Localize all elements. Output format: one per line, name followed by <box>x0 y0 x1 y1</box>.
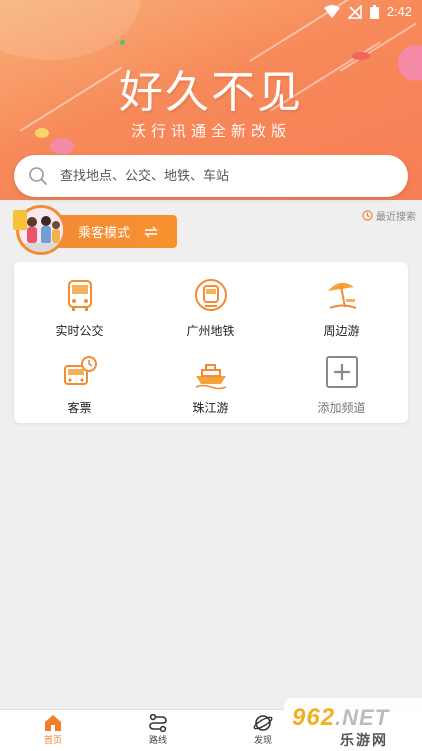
bus-ticket-icon <box>63 356 97 385</box>
home-icon <box>45 715 61 731</box>
status-time: 2:42 <box>386 4 412 19</box>
recent-search-link[interactable]: 最近搜索 <box>362 208 416 223</box>
service-label: 珠江游 <box>192 401 229 415</box>
bus-realtime-icon <box>67 280 92 311</box>
discover-icon <box>253 715 273 731</box>
search-icon <box>29 167 47 185</box>
metro-icon <box>194 279 227 311</box>
badge-tag-icon <box>13 210 27 230</box>
watermark-number: 962 <box>292 704 336 731</box>
service-label: 周边游 <box>323 324 360 338</box>
beach-umbrella-icon <box>327 282 356 309</box>
search-bar[interactable] <box>14 155 408 197</box>
service-label: 客票 <box>67 401 92 415</box>
switch-icon <box>144 226 158 237</box>
service-ticket[interactable]: 客票 <box>14 344 145 420</box>
hero-title: 好久不见 <box>119 67 303 118</box>
tab-label: 首页 <box>43 736 62 746</box>
service-realtime-bus[interactable]: 实时公交 <box>14 267 145 343</box>
service-guangzhou-metro[interactable]: 广州地铁 <box>145 267 276 343</box>
route-icon <box>149 714 167 732</box>
battery-icon <box>369 4 379 19</box>
service-nearby-tour[interactable]: 周边游 <box>276 267 407 343</box>
watermark-sub: 乐游网 <box>340 733 388 749</box>
watermark-net: .NET <box>335 705 390 730</box>
wifi-icon <box>323 4 340 18</box>
add-channel-icon <box>325 356 358 388</box>
status-bar: 2:42 <box>0 0 422 24</box>
passenger-mode-button[interactable]: 乘客模式 <box>54 215 177 248</box>
service-pearl-river-tour[interactable]: 珠江游 <box>145 344 276 420</box>
service-label: 实时公交 <box>55 324 104 338</box>
service-label: 广州地铁 <box>186 324 235 338</box>
service-add-channel[interactable]: 添加频道 <box>276 344 407 420</box>
cruise-ship-icon <box>195 364 226 390</box>
tab-label: 路线 <box>148 736 167 746</box>
services-card: 实时公交 广州地铁 周边游 客票 珠江游 添加频道 <box>14 262 408 423</box>
site-watermark: 962.NET 乐游网 <box>284 698 422 751</box>
clock-icon <box>362 210 373 221</box>
tab-home[interactable]: 首页 <box>13 710 93 751</box>
search-input[interactable] <box>60 168 380 184</box>
service-label: 添加频道 <box>317 401 366 415</box>
hero-subtitle: 沃行讯通全新改版 <box>130 122 291 140</box>
passenger-mode-label: 乘客模式 <box>78 226 131 241</box>
watermark-brand: 962.NET <box>292 704 389 732</box>
recent-search-label: 最近搜索 <box>376 212 416 223</box>
tab-route[interactable]: 路线 <box>118 710 198 751</box>
no-signal-icon <box>347 4 362 19</box>
